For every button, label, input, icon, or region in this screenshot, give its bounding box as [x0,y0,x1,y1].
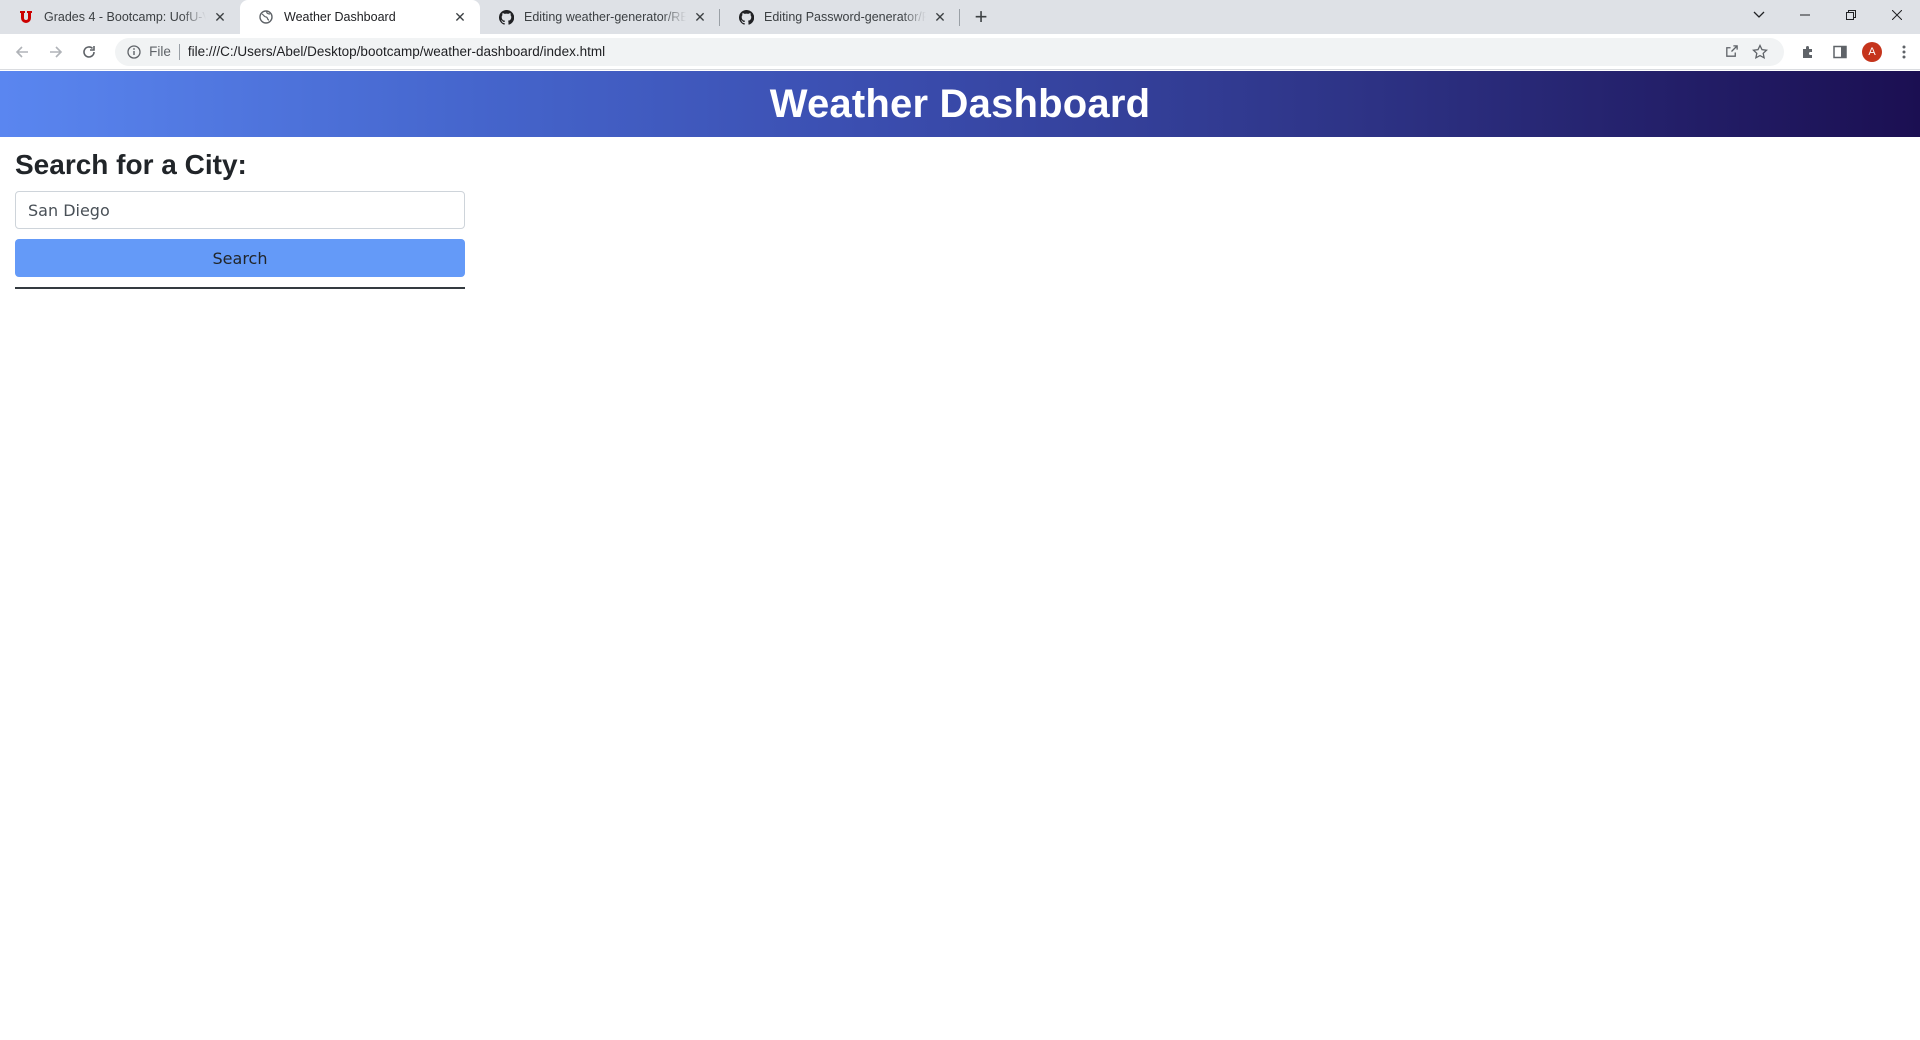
url-text[interactable]: file:///C:/Users/Abel/Desktop/bootcamp/w… [188,44,1718,59]
bookmark-star-icon[interactable] [1746,38,1774,66]
page-content: Weather Dashboard Search for a City: Sea… [0,71,1920,1040]
share-icon[interactable] [1718,38,1746,66]
tab-weather-generator[interactable]: Editing weather-generator/README ✕ [480,0,720,34]
search-heading: Search for a City: [15,149,247,180]
more-menu-icon[interactable] [1888,36,1920,68]
back-arrow-icon[interactable] [6,36,38,68]
minimize-icon[interactable] [1782,0,1828,30]
globe-icon [258,9,274,25]
browser-tab-strip: Grades 4 - Bootcamp: UofU-VIRT ✕ Weather… [0,0,1920,34]
forward-arrow-icon[interactable] [40,36,72,68]
search-sidebar: Search for a City: Search [15,149,465,289]
browser-toolbar: File file:///C:/Users/Abel/Desktop/bootc… [0,34,1920,70]
tab-title: Grades 4 - Bootcamp: UofU-VIRT [44,10,206,24]
extensions-puzzle-icon[interactable] [1792,36,1824,68]
avatar: A [1861,41,1882,62]
window-controls [1736,0,1920,30]
close-tab-icon[interactable]: ✕ [692,9,708,25]
page-header: Weather Dashboard [0,71,1920,137]
tab-title: Editing weather-generator/README [524,10,686,24]
info-icon[interactable] [125,43,143,61]
restore-icon[interactable] [1828,0,1874,30]
search-button[interactable]: Search [15,239,465,277]
tab-grades[interactable]: Grades 4 - Bootcamp: UofU-VIRT ✕ [0,0,240,34]
tab-weather-dashboard[interactable]: Weather Dashboard ✕ [240,0,480,34]
close-tab-icon[interactable]: ✕ [212,9,228,25]
close-tab-icon[interactable]: ✕ [932,9,948,25]
reload-icon[interactable] [73,36,105,68]
side-panel-icon[interactable] [1824,36,1856,68]
profile-avatar[interactable]: A [1856,36,1888,68]
tab-search-chevron-icon[interactable] [1736,0,1782,30]
address-bar[interactable]: File file:///C:/Users/Abel/Desktop/bootc… [115,37,1784,66]
close-window-icon[interactable] [1874,0,1920,30]
utah-u-icon [18,9,34,25]
new-tab-button[interactable]: + [964,0,998,34]
page-title: Weather Dashboard [769,81,1151,126]
url-scheme-label: File [149,44,171,59]
city-search-input[interactable] [15,191,465,229]
tab-title: Weather Dashboard [284,10,396,24]
search-history-divider [15,287,465,289]
tab-password-generator[interactable]: Editing Password-generator/README ✕ [720,0,960,34]
tab-title: Editing Password-generator/README [764,10,926,24]
github-icon [738,9,754,25]
close-tab-icon[interactable]: ✕ [452,9,468,25]
github-icon [498,9,514,25]
